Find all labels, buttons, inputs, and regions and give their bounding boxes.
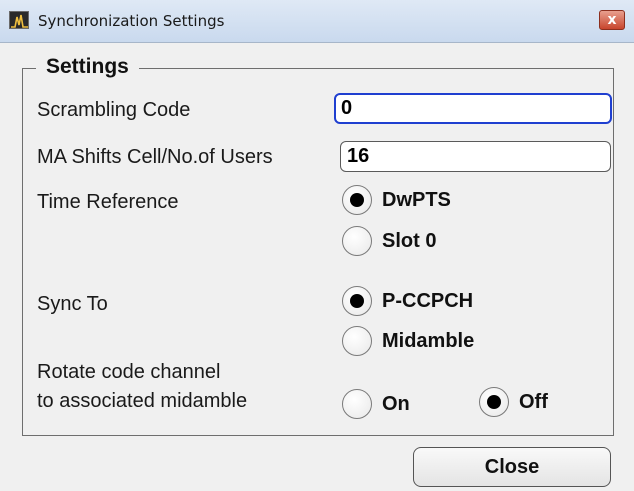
radio-selected-dot bbox=[350, 294, 364, 308]
scrambling-code-input[interactable] bbox=[334, 93, 612, 124]
radio-label: P-CCPCH bbox=[382, 290, 474, 312]
rotate-label-line1: Rotate code channel bbox=[37, 361, 221, 383]
radio-label: DwPTS bbox=[382, 189, 451, 211]
rotate-label-line2: to associated midamble bbox=[37, 390, 248, 412]
radio-circle bbox=[342, 286, 372, 316]
time-reference-label: Time Reference bbox=[37, 191, 179, 213]
radio-label: On bbox=[382, 393, 410, 415]
spectrum-analyzer-icon bbox=[9, 11, 29, 29]
scrambling-code-label: Scrambling Code bbox=[37, 99, 191, 121]
close-icon[interactable]: x bbox=[599, 10, 625, 30]
radio-label: Off bbox=[519, 391, 548, 413]
radio-label: Slot 0 bbox=[382, 230, 437, 252]
close-button[interactable]: Close bbox=[413, 447, 611, 487]
radio-circle bbox=[342, 389, 372, 419]
radio-label: Midamble bbox=[382, 330, 475, 352]
radio-circle bbox=[342, 185, 372, 215]
radio-selected-dot bbox=[350, 193, 364, 207]
radio-circle bbox=[342, 226, 372, 256]
ma-shifts-label: MA Shifts Cell/No.of Users bbox=[37, 146, 273, 168]
radio-circle bbox=[342, 326, 372, 356]
settings-group-label: Settings bbox=[36, 54, 139, 80]
sync-to-label: Sync To bbox=[37, 293, 108, 315]
radio-selected-dot bbox=[487, 395, 501, 409]
window-title: Synchronization Settings bbox=[38, 12, 225, 30]
ma-shifts-input[interactable] bbox=[340, 141, 611, 172]
radio-circle bbox=[479, 387, 509, 417]
title-bar: Synchronization Settings x bbox=[0, 0, 634, 43]
